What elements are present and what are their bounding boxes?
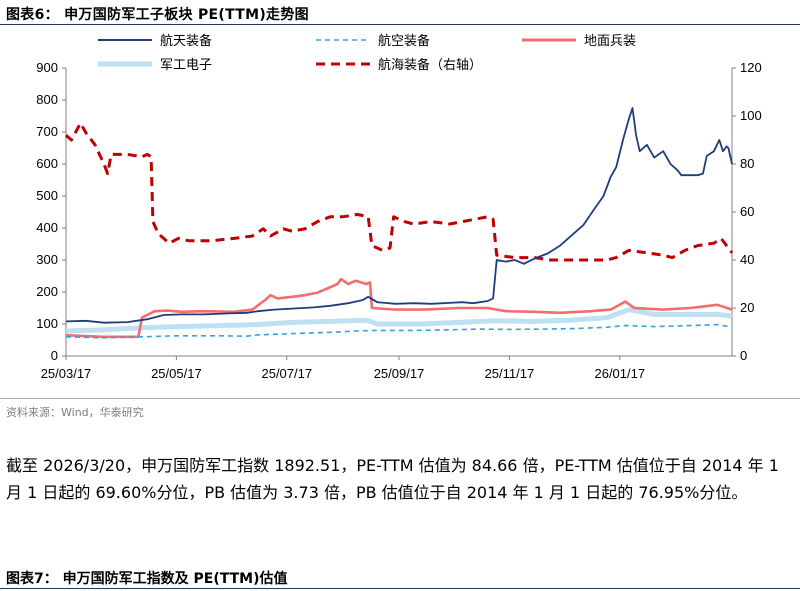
valuation-paragraph: 截至 2026/3/20，申万国防军工指数 1892.51，PE-TTM 估值为… (6, 456, 779, 502)
y-left-tick-label: 700 (36, 124, 58, 139)
figure-6-title: 图表6： 申万国防军工子板块 PE(TTM)走势图 (6, 7, 309, 23)
y-left-tick-label: 400 (36, 220, 58, 235)
legend-label: 航空装备 (378, 33, 430, 48)
chart-source: 资料来源：Wind，华泰研究 (6, 406, 144, 419)
y-left-tick-label: 100 (36, 316, 58, 331)
x-tick-label: 25/07/17 (261, 366, 312, 381)
y-left-tick-label: 600 (36, 156, 58, 171)
legend-label: 航天装备 (160, 33, 212, 48)
x-tick-label: 25/03/17 (41, 366, 92, 381)
figure-7-divider (0, 588, 800, 589)
y-left-tick-label: 500 (36, 188, 58, 203)
x-tick-label: 25/11/17 (485, 366, 535, 381)
y-left-tick-label: 900 (36, 60, 58, 75)
y-right-tick-label: 40 (740, 252, 754, 267)
y-left-tick-label: 800 (36, 92, 58, 107)
series-line-0 (65, 107, 733, 324)
legend-label: 地面兵装 (584, 33, 636, 48)
y-right-tick-label: 80 (740, 156, 754, 171)
y-right-tick-label: 120 (740, 60, 762, 75)
figure-7-title: 图表7： 申万国防军工指数及 PE(TTM)估值 (6, 571, 288, 587)
pe-ttm-line-chart: 0 100 200 300 400 500 600 700 800 900 0 20 40 60 80 100… (36, 33, 762, 381)
series-line-4 (65, 121, 734, 262)
legend-label: 军工电子 (160, 57, 212, 72)
y-left-tick-label: 0 (51, 348, 58, 363)
x-tick-label: 25/09/17 (374, 366, 425, 381)
y-right-tick-label: 0 (740, 348, 747, 363)
y-right-tick-label: 100 (740, 108, 762, 123)
x-tick-label: 26/01/17 (594, 366, 645, 381)
y-left-tick-label: 300 (36, 252, 58, 267)
source-divider (0, 398, 800, 399)
y-right-tick-label: 60 (740, 204, 754, 219)
title-divider (0, 24, 800, 25)
x-tick-label: 25/05/17 (151, 366, 202, 381)
y-right-tick-label: 20 (740, 300, 754, 315)
y-left-tick-label: 200 (36, 284, 58, 299)
legend-label: 航海装备（右轴） (378, 57, 482, 72)
series-line-3 (65, 307, 733, 334)
